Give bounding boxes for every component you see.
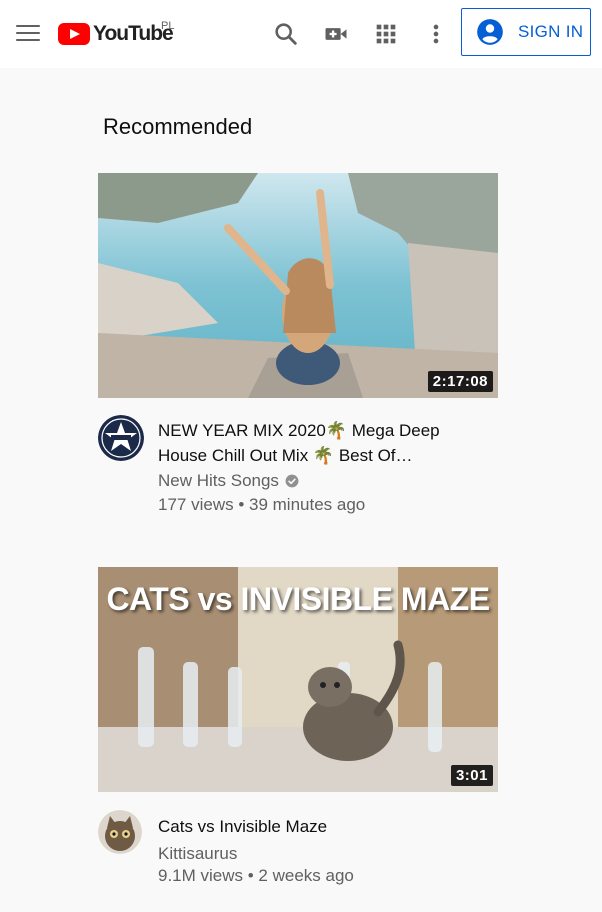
channel-avatar[interactable]: [98, 415, 144, 461]
verified-icon: [285, 474, 299, 488]
video-card[interactable]: 2:17:08 NEW YEAR MIX 2020🌴 Mega Deep Hou…: [98, 173, 498, 518]
video-thumbnail[interactable]: 2:17:08: [98, 173, 498, 398]
video-title-line: Cats vs Invisible Maze: [158, 817, 328, 836]
thumbnail-caption: CATS vs INVISIBLE MAZE: [106, 581, 490, 617]
video-title-line: NEW YEAR MIX 2020🌴 Mega Deep: [158, 421, 440, 440]
video-title-line: House Chill Out Mix 🌴 Best Of…: [158, 446, 413, 465]
video-title[interactable]: Cats vs Invisible Maze: [158, 814, 458, 839]
account-circle-icon: [477, 19, 503, 45]
video-duration: 2:17:08: [427, 371, 493, 392]
video-duration: 3:01: [450, 765, 493, 786]
sign-in-label: SIGN IN: [518, 22, 584, 41]
star-logo-icon: [98, 415, 144, 461]
video-thumbnail[interactable]: CATS vs INVISIBLE MAZE 3:01: [98, 567, 498, 792]
search-icon[interactable]: [272, 20, 300, 48]
youtube-logo[interactable]: YouTube: [58, 20, 174, 48]
beach-thumbnail-image: [98, 173, 498, 398]
section-title: Recommended: [103, 114, 253, 139]
country-code: PL: [161, 20, 175, 32]
video-title[interactable]: NEW YEAR MIX 2020🌴 Mega Deep House Chill…: [158, 418, 458, 468]
channel-name[interactable]: Kittisaurus: [158, 844, 237, 864]
video-stats: 9.1M views • 2 weeks ago: [158, 866, 354, 885]
menu-icon[interactable]: [14, 22, 42, 46]
video-stats: 177 views • 39 minutes ago: [158, 495, 366, 514]
sign-in-button[interactable]: SIGN IN: [461, 8, 591, 56]
masthead: YouTube PL SIGN IN: [0, 0, 602, 68]
channel-avatar[interactable]: [98, 810, 142, 854]
channel-name[interactable]: New Hits Songs: [158, 471, 299, 491]
more-vert-icon[interactable]: [422, 20, 450, 48]
create-video-icon[interactable]: [322, 20, 350, 48]
video-meta: NEW YEAR MIX 2020🌴 Mega Deep House Chill…: [98, 398, 498, 518]
video-meta: Cats vs Invisible Maze Kittisaurus 9.1M …: [98, 792, 498, 912]
youtube-play-icon: [58, 23, 90, 45]
video-card[interactable]: CATS vs INVISIBLE MAZE 3:01 Cats vs Invi…: [98, 567, 498, 912]
apps-grid-icon[interactable]: [372, 20, 400, 48]
cats-avatar-icon: [98, 810, 142, 854]
channel-name-text: New Hits Songs: [158, 471, 279, 490]
channel-name-text: Kittisaurus: [158, 844, 238, 863]
